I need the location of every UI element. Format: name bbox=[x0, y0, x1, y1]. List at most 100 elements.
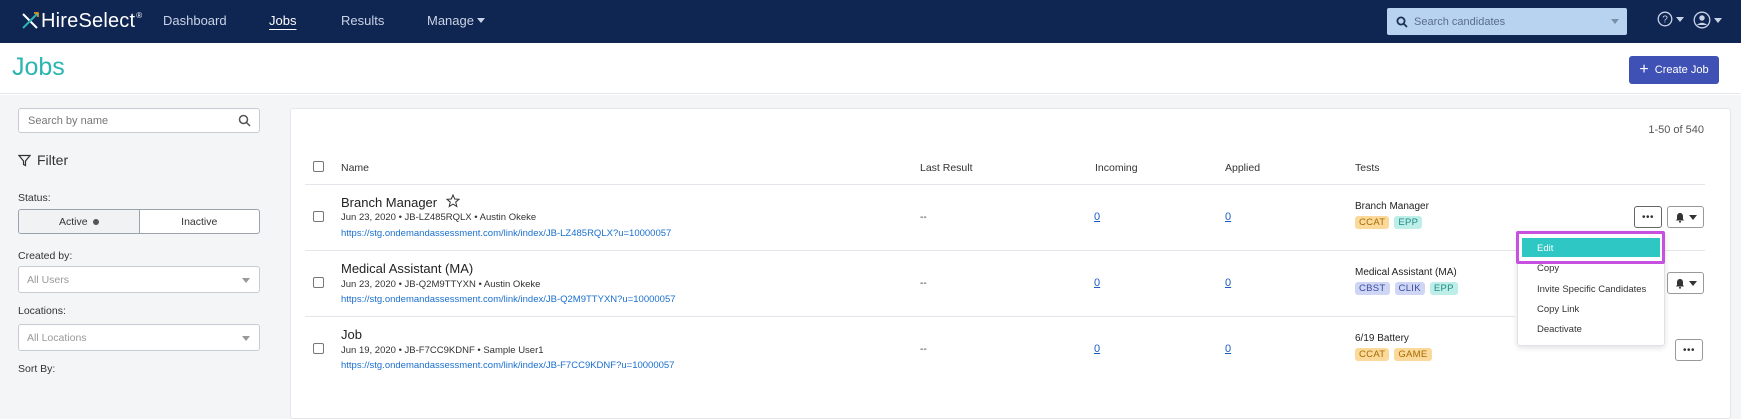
notifications-button[interactable] bbox=[1667, 206, 1704, 228]
page-header: Jobs + Create Job bbox=[0, 43, 1741, 94]
created-by-select[interactable]: All Users bbox=[18, 266, 260, 293]
status-inactive-option[interactable]: Inactive bbox=[140, 210, 260, 233]
menu-item-invite-specific-candidates[interactable]: Invite Specific Candidates bbox=[1537, 284, 1646, 295]
test-tag: CCAT bbox=[1355, 348, 1390, 361]
row-checkbox[interactable] bbox=[313, 277, 324, 288]
test-tag: EPP bbox=[1394, 216, 1423, 229]
help-menu[interactable]: ? bbox=[1657, 11, 1684, 27]
chevron-down-icon bbox=[1714, 17, 1722, 23]
job-name[interactable]: Medical Assistant (MA) bbox=[341, 261, 473, 276]
column-header-last-result[interactable]: Last Result bbox=[920, 162, 973, 174]
nav-jobs[interactable]: Jobs bbox=[269, 13, 296, 28]
job-meta: Jun 23, 2020 • JB-Q2M9TTYXN • Austin Oke… bbox=[341, 279, 541, 290]
locations-select[interactable]: All Locations bbox=[18, 324, 260, 351]
status-inactive-label: Inactive bbox=[181, 215, 218, 228]
notifications-button[interactable] bbox=[1667, 272, 1704, 294]
job-name[interactable]: Job bbox=[341, 327, 362, 342]
menu-item-deactivate[interactable]: Deactivate bbox=[1537, 324, 1582, 335]
brand-name: HireSelect bbox=[41, 9, 136, 32]
job-link[interactable]: https://stg.ondemandassessment.com/link/… bbox=[341, 360, 674, 371]
user-icon bbox=[1693, 11, 1711, 29]
chevron-down-icon bbox=[1688, 280, 1697, 286]
hireselect-logo[interactable]: HireSelect ® bbox=[20, 9, 142, 33]
test-tag: CCAT bbox=[1355, 216, 1390, 229]
status-toggle: Active Inactive bbox=[18, 209, 260, 234]
status-active-option[interactable]: Active bbox=[19, 210, 140, 233]
jobs-table-card bbox=[290, 108, 1731, 419]
test-tag: CBST bbox=[1355, 282, 1390, 295]
test-tags: CCAT GAME bbox=[1355, 348, 1432, 361]
row-divider bbox=[305, 316, 1515, 317]
chevron-down-icon bbox=[242, 278, 250, 283]
row-divider bbox=[305, 250, 1705, 251]
nav-results[interactable]: Results bbox=[341, 13, 384, 28]
created-by-value: All Users bbox=[27, 274, 70, 286]
row-checkbox[interactable] bbox=[313, 343, 324, 354]
brand-mark: ® bbox=[136, 10, 143, 20]
job-link[interactable]: https://stg.ondemandassessment.com/link/… bbox=[341, 228, 671, 239]
create-job-label: Create Job bbox=[1654, 64, 1709, 76]
svg-text:?: ? bbox=[1662, 15, 1668, 26]
incoming-count-link[interactable]: 0 bbox=[1094, 343, 1100, 355]
applied-count-link[interactable]: 0 bbox=[1225, 343, 1231, 355]
help-icon: ? bbox=[1657, 11, 1673, 27]
search-candidates-placeholder: Search candidates bbox=[1414, 15, 1506, 28]
filter-heading: Filter bbox=[18, 152, 68, 168]
test-tag: GAME bbox=[1394, 348, 1432, 361]
search-by-name-input[interactable] bbox=[19, 109, 219, 132]
search-candidates-input[interactable]: Search candidates bbox=[1387, 8, 1627, 35]
chevron-down-icon bbox=[1611, 19, 1619, 24]
test-tag: EPP bbox=[1429, 282, 1458, 295]
search-icon bbox=[1396, 16, 1408, 28]
job-link[interactable]: https://stg.ondemandassessment.com/link/… bbox=[341, 294, 676, 305]
row-actions-button[interactable]: ••• bbox=[1675, 339, 1703, 361]
locations-label: Locations: bbox=[18, 305, 66, 317]
incoming-count-link[interactable]: 0 bbox=[1094, 211, 1100, 223]
row-checkbox[interactable] bbox=[313, 211, 324, 222]
create-job-button[interactable]: + Create Job bbox=[1629, 56, 1719, 84]
test-tags: CCAT EPP bbox=[1355, 216, 1423, 229]
column-header-name[interactable]: Name bbox=[341, 162, 369, 174]
job-meta: Jun 23, 2020 • JB-LZ485RQLX • Austin Oke… bbox=[341, 212, 537, 223]
last-result-value: -- bbox=[920, 278, 927, 289]
row-actions-button[interactable]: ••• bbox=[1634, 206, 1662, 228]
page-title: Jobs bbox=[12, 53, 65, 81]
row-divider bbox=[305, 184, 1705, 185]
job-name[interactable]: Branch Manager bbox=[341, 195, 437, 210]
star-icon[interactable] bbox=[446, 194, 460, 208]
applied-count-link[interactable]: 0 bbox=[1225, 211, 1231, 223]
menu-item-copy[interactable]: Copy bbox=[1537, 263, 1559, 274]
column-header-incoming[interactable]: Incoming bbox=[1095, 162, 1138, 174]
nav-manage[interactable]: Manage bbox=[427, 13, 485, 28]
sort-by-label: Sort By: bbox=[18, 363, 56, 375]
status-active-label: Active bbox=[58, 215, 88, 228]
search-by-name-box bbox=[18, 108, 260, 133]
selected-dot-icon bbox=[92, 218, 99, 225]
test-battery-name: Branch Manager bbox=[1355, 201, 1429, 212]
test-tag: CLIK bbox=[1394, 282, 1425, 295]
filter-title-text: Filter bbox=[37, 152, 69, 168]
status-label: Status: bbox=[18, 192, 51, 204]
column-header-tests[interactable]: Tests bbox=[1355, 162, 1380, 174]
filter-sidebar: Filter Status: Active Inactive Created b… bbox=[0, 95, 280, 419]
test-tags: CBST CLIK EPP bbox=[1355, 282, 1458, 295]
nav-manage-label: Manage bbox=[427, 13, 474, 28]
user-menu[interactable] bbox=[1693, 11, 1722, 29]
last-result-value: -- bbox=[920, 212, 927, 223]
menu-item-edit-label: Edit bbox=[1537, 243, 1554, 254]
plus-icon: + bbox=[1639, 61, 1649, 78]
job-meta: Jun 19, 2020 • JB-F7CC9KDNF • Sample Use… bbox=[341, 345, 544, 356]
test-battery-name: 6/19 Battery bbox=[1355, 333, 1409, 344]
incoming-count-link[interactable]: 0 bbox=[1094, 277, 1100, 289]
created-by-label: Created by: bbox=[18, 250, 73, 262]
column-header-applied[interactable]: Applied bbox=[1225, 162, 1260, 174]
nav-dashboard[interactable]: Dashboard bbox=[163, 13, 227, 28]
bell-icon bbox=[1675, 212, 1684, 223]
test-battery-name: Medical Assistant (MA) bbox=[1355, 267, 1457, 278]
menu-item-copy-link[interactable]: Copy Link bbox=[1537, 304, 1579, 315]
select-all-checkbox[interactable] bbox=[313, 161, 324, 172]
search-icon[interactable] bbox=[238, 114, 251, 127]
locations-value: All Locations bbox=[27, 332, 87, 344]
chevron-down-icon bbox=[1676, 16, 1684, 22]
applied-count-link[interactable]: 0 bbox=[1225, 277, 1231, 289]
